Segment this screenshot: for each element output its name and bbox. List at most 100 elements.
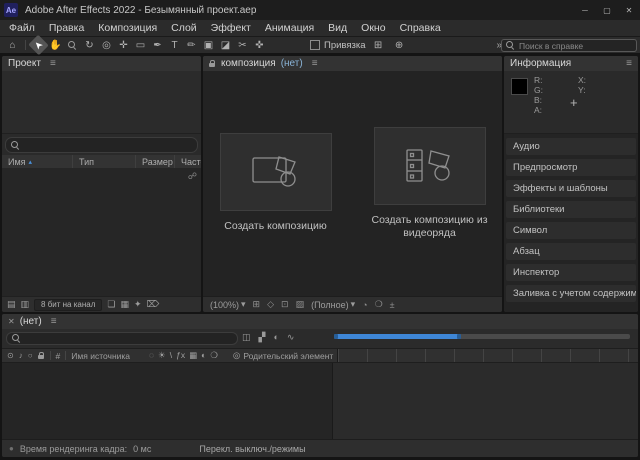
project-search-input[interactable] xyxy=(24,140,192,150)
grid-guides-icon[interactable]: ⊕ xyxy=(392,38,407,52)
motion-blur-icon[interactable]: ◐ xyxy=(201,350,206,361)
column-type[interactable]: Тип xyxy=(73,155,136,168)
bit-depth-indicator[interactable]: 8 бит на канал xyxy=(34,299,102,311)
docked-panel-character[interactable]: Символ xyxy=(506,222,636,239)
column-size[interactable]: Размер xyxy=(136,155,175,168)
menu-effect[interactable]: Эффект xyxy=(204,22,258,34)
audio-icon[interactable]: ♪ xyxy=(19,351,23,360)
menu-window[interactable]: Окно xyxy=(354,22,392,34)
layer-list-area[interactable] xyxy=(2,363,333,439)
pan-behind-tool-icon[interactable]: ✛ xyxy=(116,38,131,52)
new-folder-icon[interactable]: ❏ xyxy=(107,299,115,310)
home-icon[interactable]: ⌂ xyxy=(5,38,20,52)
timeline-track-area[interactable] xyxy=(333,363,638,439)
type-tool-icon[interactable]: T xyxy=(167,38,182,52)
docked-panel-preview[interactable]: Предпросмотр xyxy=(506,159,636,176)
resolution-dropdown[interactable]: (Полное) ▾ xyxy=(311,299,355,310)
timeline-search-input[interactable] xyxy=(25,334,232,344)
column-name[interactable]: Имя ▴ xyxy=(2,155,73,168)
close-button[interactable]: ✕ xyxy=(618,0,640,20)
eye-icon[interactable]: ⊙ xyxy=(7,351,14,360)
menu-animation[interactable]: Анимация xyxy=(258,22,321,34)
roto-brush-tool-icon[interactable]: ✂ xyxy=(235,38,250,52)
project-panel-menu-icon[interactable]: ≡ xyxy=(50,58,56,69)
orbit-camera-tool-icon[interactable]: ◎ xyxy=(99,38,114,52)
transparency-grid-icon[interactable]: ▨ xyxy=(296,299,305,310)
docked-panel-libraries[interactable]: Библиотеки xyxy=(506,201,636,218)
delete-icon[interactable]: ⌦ xyxy=(147,299,160,310)
proxy-toggle-icon[interactable]: ▥ xyxy=(21,299,30,310)
new-composition-icon[interactable]: ▦ xyxy=(120,299,129,310)
magnification-dropdown[interactable]: (100%) ▾ xyxy=(210,299,246,310)
info-panel-menu-icon[interactable]: ≡ xyxy=(626,58,632,69)
menu-composition[interactable]: Композиция xyxy=(91,22,164,34)
clone-stamp-tool-icon[interactable]: ▣ xyxy=(201,38,216,52)
project-settings-icon[interactable]: ✦ xyxy=(134,299,142,310)
brush-tool-icon[interactable]: ✏ xyxy=(184,38,199,52)
docked-panel-audio[interactable]: Аудио xyxy=(506,138,636,155)
effects-icon[interactable]: ƒx xyxy=(176,350,185,361)
timeline-panel-menu-icon[interactable]: ≡ xyxy=(51,316,57,327)
shy-icon[interactable]: ◌ xyxy=(149,350,154,361)
camera-settings-icon[interactable]: ❍ xyxy=(375,299,383,310)
lock-icon[interactable] xyxy=(38,352,45,360)
menu-file[interactable]: Файл xyxy=(2,22,42,34)
frame-blend-icon[interactable]: ▦ xyxy=(189,350,197,361)
timeline-navigator-track[interactable] xyxy=(334,334,630,339)
snap-checkbox[interactable] xyxy=(310,40,320,50)
minimize-button[interactable]: ─ xyxy=(574,0,596,20)
create-composition-from-footage-button[interactable]: Создать композицию из видеоряда xyxy=(370,127,490,240)
docked-panel-effects-presets[interactable]: Эффекты и шаблоны xyxy=(506,180,636,197)
axis-mode-icon[interactable]: ⊞ xyxy=(371,38,386,52)
composition-panel-menu-icon[interactable]: ≡ xyxy=(312,58,318,69)
exposure-icon[interactable]: ± xyxy=(390,300,395,310)
parent-link-column[interactable]: ◎ Родительский элемент xyxy=(233,350,337,361)
project-items-list[interactable]: ☍ xyxy=(2,168,201,296)
close-icon[interactable]: ✕ xyxy=(8,317,15,326)
solo-icon[interactable]: ○ xyxy=(28,351,33,360)
tab-composition[interactable]: композиция xyxy=(221,58,276,69)
shape-tool-icon[interactable]: ▭ xyxy=(133,38,148,52)
menu-layer[interactable]: Слой xyxy=(164,22,204,34)
docked-panel-inspector[interactable]: Инспектор xyxy=(506,264,636,281)
eraser-tool-icon[interactable]: ◪ xyxy=(218,38,233,52)
collapse-transformations-icon[interactable]: ☀ xyxy=(158,350,166,361)
tab-info[interactable]: Информация xyxy=(510,58,571,69)
zoom-tool-icon[interactable] xyxy=(65,38,80,52)
mask-visibility-icon[interactable]: ◇ xyxy=(267,299,274,310)
menu-help[interactable]: Справка xyxy=(393,22,448,34)
hand-tool-icon[interactable]: ✋ xyxy=(48,38,63,52)
composition-mini-icon[interactable]: ◫ xyxy=(242,332,251,343)
3d-layer-icon[interactable]: ❍ xyxy=(210,350,218,361)
docked-panel-content-aware-fill[interactable]: Заливка с учетом содержимого xyxy=(506,285,636,302)
puppet-tool-icon[interactable]: ✜ xyxy=(252,38,267,52)
region-of-interest-icon[interactable]: ⊡ xyxy=(281,299,289,310)
column-framerate[interactable]: Частота ка xyxy=(175,155,201,168)
create-composition-button[interactable]: Создать композицию xyxy=(216,133,336,233)
grid-guides-icon[interactable]: ⊞ xyxy=(253,299,261,310)
docked-panel-paragraph[interactable]: Абзац xyxy=(506,243,636,260)
quality-icon[interactable]: \ xyxy=(170,350,172,361)
tab-project[interactable]: Проект xyxy=(8,58,41,69)
source-name-column[interactable]: Имя источника xyxy=(71,351,130,361)
time-ruler[interactable] xyxy=(338,349,638,362)
menu-view[interactable]: Вид xyxy=(321,22,354,34)
composition-tabbar: композиция (нет) ≡ xyxy=(203,56,502,71)
rotation-tool-icon[interactable]: ↻ xyxy=(82,38,97,52)
frame-blending-icon[interactable]: ▞ xyxy=(259,332,266,343)
interpret-footage-icon[interactable]: ▤ xyxy=(7,299,16,310)
maximize-button[interactable]: ▢ xyxy=(596,0,618,20)
tab-timeline-none[interactable]: (нет) xyxy=(20,316,42,327)
pen-tool-icon[interactable]: ✒ xyxy=(150,38,165,52)
graph-editor-icon[interactable]: ∿ xyxy=(287,332,295,343)
toggle-switches-modes-button[interactable]: Перекл. выключ./режимы xyxy=(199,444,305,454)
viewer-lock-icon[interactable] xyxy=(209,60,216,68)
menu-edit[interactable]: Правка xyxy=(42,22,91,34)
help-search-input[interactable] xyxy=(519,41,632,51)
timeline-body xyxy=(2,363,638,439)
fast-previews-icon[interactable]: ◔ xyxy=(362,300,367,310)
timeline-navigator-handle[interactable] xyxy=(334,334,461,339)
motion-blur-icon[interactable]: ◐ xyxy=(273,332,278,343)
flowchart-icon[interactable]: ☍ xyxy=(188,171,197,182)
selection-tool-icon[interactable]: ➤ xyxy=(28,35,49,56)
